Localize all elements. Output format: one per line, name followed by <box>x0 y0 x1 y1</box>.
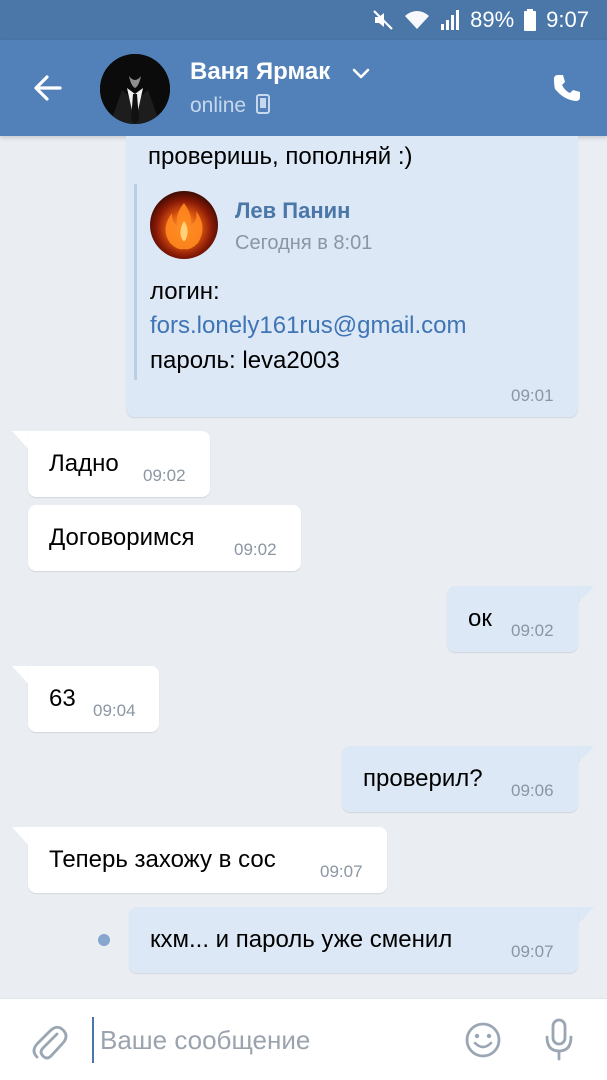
back-arrow-icon <box>34 75 62 101</box>
back-button[interactable] <box>30 72 66 104</box>
wifi-icon <box>405 11 430 29</box>
forwarded-author-name[interactable]: Лев Панин <box>235 198 350 224</box>
emoji-button[interactable] <box>464 1021 502 1059</box>
attach-button[interactable] <box>30 1021 68 1061</box>
message-time: 09:06 <box>511 781 554 800</box>
message-text: ок <box>468 605 492 632</box>
presence-text: online <box>190 94 247 117</box>
message-text: проверишь, пополняй :) <box>148 143 413 170</box>
forward-quote-bar <box>134 184 137 380</box>
mute-icon <box>373 10 393 30</box>
contact-avatar[interactable] <box>100 54 170 124</box>
message-input[interactable] <box>92 1017 432 1063</box>
message-time: 09:02 <box>143 466 186 485</box>
message-text: проверил? <box>363 765 483 792</box>
forwarded-date: Сегодня в 8:01 <box>235 232 373 254</box>
composer-bar <box>0 998 607 1080</box>
message-time: 09:02 <box>511 621 554 640</box>
call-button[interactable] <box>551 72 583 104</box>
contact-name[interactable]: Ваня Ярмак <box>190 58 330 86</box>
message-time: 09:07 <box>511 942 554 961</box>
message-bubble[interactable] <box>28 666 159 732</box>
smiley-icon <box>465 1022 501 1058</box>
unread-indicator <box>98 934 110 946</box>
message-text: 63 <box>49 685 76 712</box>
clock: 9:07 <box>546 7 589 32</box>
message-time: 09:02 <box>234 540 277 559</box>
chat-header: Ваня Ярмак online <box>0 40 607 136</box>
message-bubble[interactable] <box>447 586 578 652</box>
battery-percent: 89% <box>470 7 515 32</box>
mobile-device-icon <box>255 94 270 114</box>
message-text: Теперь захожу в сос <box>49 846 276 873</box>
email-link[interactable]: fors.lonely161rus@gmail.com <box>150 312 467 340</box>
message-time: 09:04 <box>93 701 136 720</box>
signal-icon <box>441 10 460 30</box>
presence-status: online <box>190 94 270 118</box>
microphone-icon <box>545 1018 573 1061</box>
message-text: кхм... и пароль уже сменил <box>150 926 453 953</box>
message-time: 09:07 <box>320 862 363 881</box>
forwarded-text-line: логин: <box>150 278 220 305</box>
message-time: 09:01 <box>511 386 554 405</box>
voice-message-button[interactable] <box>543 1017 575 1061</box>
forwarded-text-line: пароль: leva2003 <box>150 347 340 374</box>
paperclip-icon <box>32 1025 68 1060</box>
battery-icon <box>524 9 537 31</box>
message-text: Ладно <box>49 450 119 477</box>
status-bar: 89% 9:07 <box>0 0 607 40</box>
phone-icon <box>554 75 580 101</box>
forwarded-author-avatar[interactable] <box>150 191 218 259</box>
message-text: Договоримся <box>49 524 195 551</box>
chevron-down-icon[interactable] <box>351 67 371 81</box>
